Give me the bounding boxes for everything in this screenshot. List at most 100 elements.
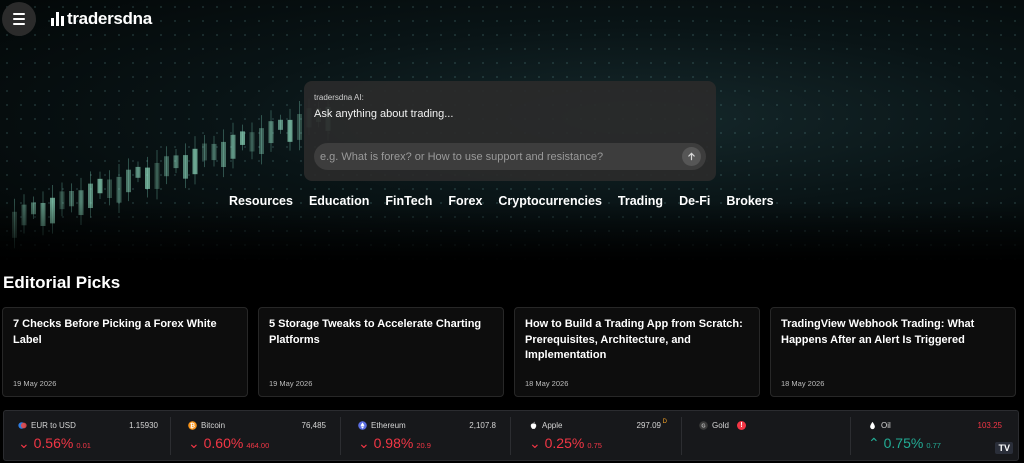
ticker-change: ⌄ 0.25% 0.75 bbox=[529, 435, 602, 452]
nav-item-brokers[interactable]: Brokers bbox=[726, 194, 773, 208]
candle-body bbox=[164, 156, 169, 177]
nav-item-cryptocurrencies[interactable]: Cryptocurrencies bbox=[498, 194, 602, 208]
ticker-item-eurusd[interactable]: EUR to USD 1.15930 ⌄ 0.56% 0.01 bbox=[18, 411, 158, 460]
candle-body bbox=[221, 141, 226, 168]
nav-item-resources[interactable]: Resources bbox=[229, 194, 293, 208]
candle-body bbox=[135, 166, 141, 178]
candle-body bbox=[192, 148, 198, 175]
send-button[interactable] bbox=[682, 147, 701, 166]
ticker-price: 1.15930 bbox=[129, 421, 158, 430]
ticker-change-abs: 0.01 bbox=[76, 441, 91, 450]
svg-text:₿: ₿ bbox=[190, 422, 195, 430]
article-card[interactable]: 5 Storage Tweaks to Accelerate Charting … bbox=[258, 307, 504, 397]
candle-body bbox=[240, 131, 245, 145]
editorial-cards: 7 Checks Before Picking a Forex White La… bbox=[2, 307, 1016, 397]
category-nav: Resources Education FinTech Forex Crypto… bbox=[229, 194, 774, 208]
article-card[interactable]: 7 Checks Before Picking a Forex White La… bbox=[2, 307, 248, 397]
ticker-change: ⌄ 0.60% 464.00 bbox=[188, 435, 269, 452]
ticker-name: Gold bbox=[712, 421, 729, 430]
ai-prompt-title: Ask anything about trading... bbox=[314, 108, 454, 120]
chevron-up-icon: ⌃ bbox=[868, 435, 880, 451]
ticker-change-percent: 0.56% bbox=[33, 435, 74, 451]
bitcoin-icon: ₿ bbox=[188, 421, 197, 430]
article-date: 19 May 2026 bbox=[269, 379, 313, 388]
ticker-item-gold[interactable]: G Gold ! bbox=[699, 411, 839, 460]
article-card[interactable]: TradingView Webhook Trading: What Happen… bbox=[770, 307, 1016, 397]
article-card[interactable]: How to Build a Trading App from Scratch:… bbox=[514, 307, 760, 397]
candle-body bbox=[249, 132, 255, 152]
ticker-name: Apple bbox=[542, 421, 563, 430]
ai-assistant-panel: tradersdna AI: Ask anything about tradin… bbox=[304, 81, 716, 181]
candle-body bbox=[230, 134, 236, 159]
ticker-item-bitcoin[interactable]: ₿ Bitcoin 76,485 ⌄ 0.60% 464.00 bbox=[188, 411, 326, 460]
ticker-change-percent: 0.98% bbox=[373, 435, 414, 451]
apple-icon bbox=[530, 421, 537, 429]
ticker-divider bbox=[850, 417, 851, 455]
ticker-divider bbox=[340, 417, 341, 455]
gold-icon: G bbox=[699, 421, 708, 430]
candle-body bbox=[154, 162, 160, 189]
ticker-name: Oil bbox=[881, 421, 891, 430]
candle-body bbox=[107, 179, 112, 199]
ticker-item-apple[interactable]: Apple 297.09 D ⌄ 0.25% 0.75 bbox=[529, 411, 667, 460]
candle-body bbox=[287, 119, 293, 142]
candle-body bbox=[202, 143, 207, 161]
ticker-name: Bitcoin bbox=[201, 421, 226, 430]
article-title: 5 Storage Tweaks to Accelerate Charting … bbox=[269, 318, 482, 346]
ai-question-input[interactable] bbox=[314, 143, 674, 170]
ticker-name: Ethereum bbox=[371, 421, 406, 430]
candle-body bbox=[297, 114, 302, 140]
nav-item-education[interactable]: Education bbox=[309, 194, 369, 208]
nav-item-fintech[interactable]: FinTech bbox=[385, 194, 432, 208]
ticker-price: 297.09 bbox=[636, 421, 661, 430]
nav-item-trading[interactable]: Trading bbox=[618, 194, 663, 208]
delayed-badge: D bbox=[662, 419, 667, 425]
ticker-divider bbox=[681, 417, 682, 455]
ticker-change-percent: 0.25% bbox=[544, 435, 585, 451]
ticker-price: 2,107.8 bbox=[469, 421, 496, 430]
logo-text: tradersdna bbox=[67, 9, 152, 28]
article-title: How to Build a Trading App from Scratch:… bbox=[525, 318, 743, 361]
ticker-divider bbox=[510, 417, 511, 455]
candle-body bbox=[183, 155, 188, 179]
ticker-item-oil[interactable]: Oil 103.25 ⌃ 0.75% 0.77 bbox=[868, 411, 1002, 460]
site-logo[interactable]: tradersdna bbox=[51, 9, 152, 29]
ticker-name: EUR to USD bbox=[31, 421, 76, 430]
candle-body bbox=[126, 169, 131, 193]
logo-bars-icon bbox=[51, 12, 64, 26]
candle-body bbox=[97, 178, 103, 194]
ticker-item-ethereum[interactable]: Ethereum 2,107.8 ⌄ 0.98% 20.9 bbox=[358, 411, 496, 460]
eurusd-flag-icon bbox=[18, 422, 27, 429]
nav-item-defi[interactable]: De-Fi bbox=[679, 194, 710, 208]
chevron-down-icon: ⌄ bbox=[529, 435, 541, 451]
candle-body bbox=[259, 128, 264, 155]
ticker-price: 103.25 bbox=[977, 421, 1002, 430]
hero-fade bbox=[0, 202, 1024, 262]
candle-body bbox=[116, 176, 122, 203]
candle-body bbox=[173, 155, 179, 169]
article-title: TradingView Webhook Trading: What Happen… bbox=[781, 318, 975, 346]
ticker-change: ⌃ 0.75% 0.77 bbox=[868, 435, 941, 452]
candle-body bbox=[145, 167, 150, 189]
chevron-down-icon: ⌄ bbox=[188, 435, 200, 451]
menu-button[interactable] bbox=[2, 2, 36, 36]
alert-icon: ! bbox=[737, 421, 746, 430]
nav-item-forex[interactable]: Forex bbox=[448, 194, 482, 208]
ticker-change-abs: 464.00 bbox=[246, 441, 270, 450]
tradingview-logo-icon[interactable]: TV bbox=[995, 442, 1013, 454]
ticker-price: 76,485 bbox=[301, 421, 326, 430]
hamburger-menu-icon bbox=[13, 12, 25, 27]
oil-drop-icon bbox=[870, 421, 875, 430]
ticker-change-abs: 0.77 bbox=[926, 441, 941, 450]
ticker-change: ⌄ 0.98% 20.9 bbox=[358, 435, 431, 452]
ai-input-container bbox=[314, 143, 706, 170]
article-date: 18 May 2026 bbox=[781, 379, 825, 388]
ai-label: tradersdna AI: bbox=[314, 93, 364, 102]
arrow-up-icon bbox=[688, 152, 695, 161]
ticker-divider bbox=[170, 417, 171, 455]
svg-text:G: G bbox=[701, 423, 705, 429]
ticker-change-percent: 0.75% bbox=[883, 435, 924, 451]
candle-body bbox=[278, 119, 283, 130]
ticker-change: ⌄ 0.56% 0.01 bbox=[18, 435, 91, 452]
market-ticker: EUR to USD 1.15930 ⌄ 0.56% 0.01 ₿ Bitcoin… bbox=[3, 410, 1019, 461]
